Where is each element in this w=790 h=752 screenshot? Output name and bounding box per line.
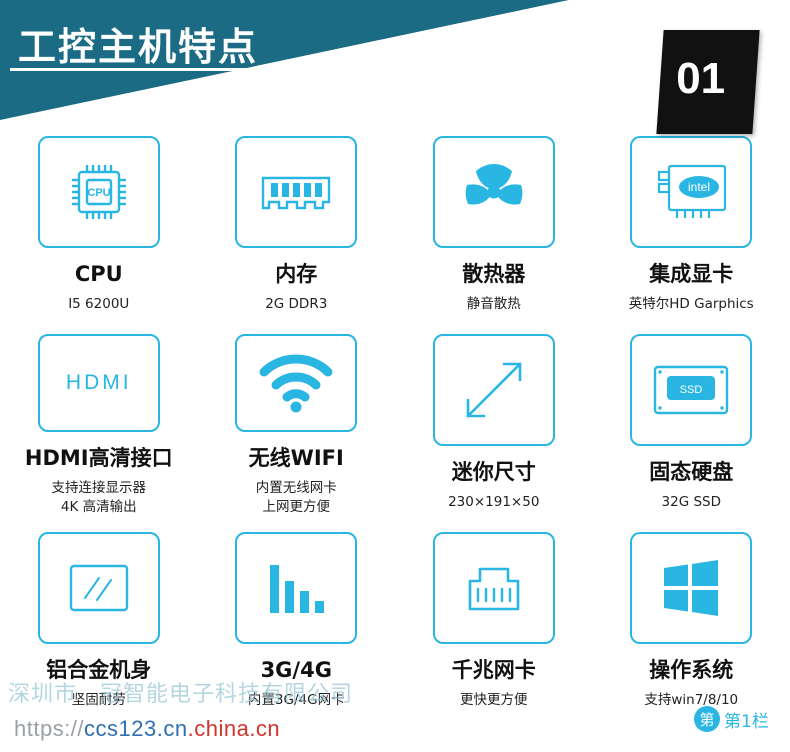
feature-title: HDMI高清接口 <box>24 445 173 470</box>
wifi-signal-icon <box>259 354 333 413</box>
title-underline <box>10 68 310 71</box>
feature-item-ethernet: 千兆网卡 更快更方便 <box>395 518 593 716</box>
icon-frame: SSD <box>630 334 753 446</box>
icon-frame: intel <box>630 136 753 248</box>
feature-item-ssd: SSD 固态硬盘 32G SSD <box>593 320 790 518</box>
url-suffix: .china.cn <box>187 716 281 741</box>
feature-subtitle: 英特尔HD Garphics <box>628 296 754 313</box>
feature-item-cooler: 散热器 静音散热 <box>395 122 593 320</box>
url-watermark: https://ccs123.cn.china.cn <box>14 716 280 742</box>
feature-item-size: 迷你尺寸 230×191×50 <box>395 320 593 518</box>
rj45-ethernet-icon <box>468 567 520 611</box>
feature-item-graphics: intel 集成显卡 英特尔HD Garphics <box>593 122 790 320</box>
feature-subtitle: 静音散热 <box>466 296 521 313</box>
company-watermark: 深圳市 冠智能电子科技有限公司 <box>8 682 354 707</box>
page-title: 工控主机特点 <box>18 25 259 69</box>
diagonal-arrow-icon <box>466 362 522 418</box>
feature-subtitle: I5 6200U <box>68 296 130 313</box>
section-number-label: 01 <box>676 54 726 103</box>
feature-subtitle: 2G DDR3 <box>265 296 328 313</box>
page-root: 工控主机特点 01 CPU CPU I5 6200U 内存 2G DDR3 散热… <box>0 0 790 752</box>
feature-grid: CPU CPU I5 6200U 内存 2G DDR3 散热器 静音散热 int… <box>0 122 790 716</box>
logo-text: 第1栏 <box>724 711 769 732</box>
icon-frame <box>235 136 358 248</box>
feature-title: 集成显卡 <box>649 262 734 286</box>
feature-subtitle: 32G SSD <box>661 494 721 511</box>
icon-frame <box>235 334 358 432</box>
signal-bars-icon <box>270 565 325 613</box>
feature-title: 千兆网卡 <box>451 658 536 682</box>
feature-subtitle: 支持连接显示器 4K 高清输出 <box>51 479 147 516</box>
cooling-fan-icon <box>465 164 523 205</box>
feature-title: 操作系统 <box>649 658 734 682</box>
intel-graphics-card-icon: intel <box>658 164 727 218</box>
intel-wordmark: intel <box>688 180 710 194</box>
aluminum-case-icon <box>69 564 128 612</box>
feature-title: 散热器 <box>462 262 526 286</box>
icon-frame <box>432 532 555 644</box>
section-number-badge: 01 <box>656 30 760 134</box>
url-prefix: https:// <box>14 716 85 741</box>
feature-item-hdmi: HDMI HDMI高清接口 支持连接显示器 4K 高清输出 <box>0 320 198 518</box>
feature-item-memory: 内存 2G DDR3 <box>198 122 396 320</box>
feature-subtitle: 230×191×50 <box>448 494 540 511</box>
feature-title: 迷你尺寸 <box>451 460 536 484</box>
feature-title: 固态硬盘 <box>649 460 734 484</box>
feature-subtitle: 内置无线网卡 上网更方便 <box>255 479 337 516</box>
icon-frame <box>432 334 555 446</box>
feature-item-cpu: CPU CPU I5 6200U <box>0 122 198 320</box>
site-logo-watermark: 第 第1栏 <box>694 706 769 732</box>
icon-frame <box>37 532 160 644</box>
svg-text:CPU: CPU <box>87 187 110 199</box>
feature-title: CPU <box>74 262 123 286</box>
hdmi-text-icon: HDMI <box>65 370 132 394</box>
memory-ram-icon <box>262 176 331 210</box>
feature-title: 无线WIFI <box>248 445 344 470</box>
feature-subtitle: 更快更方便 <box>460 692 528 709</box>
ssd-label: SSD <box>680 384 703 396</box>
feature-item-os: 操作系统 支持win7/8/10 <box>593 518 790 716</box>
icon-frame: HDMI <box>37 334 160 432</box>
icon-frame <box>235 532 358 644</box>
cpu-chip-icon: CPU <box>71 165 126 219</box>
icon-frame <box>630 532 753 644</box>
icon-frame: CPU <box>37 136 160 248</box>
ssd-drive-icon: SSD <box>654 365 729 415</box>
feature-item-wifi: 无线WIFI 内置无线网卡 上网更方便 <box>198 320 396 518</box>
icon-frame <box>432 136 555 248</box>
url-main: ccs123.cn <box>84 716 188 741</box>
logo-mark-icon: 第 <box>694 706 720 732</box>
feature-title: 内存 <box>275 262 318 286</box>
windows-logo-icon <box>664 560 719 616</box>
